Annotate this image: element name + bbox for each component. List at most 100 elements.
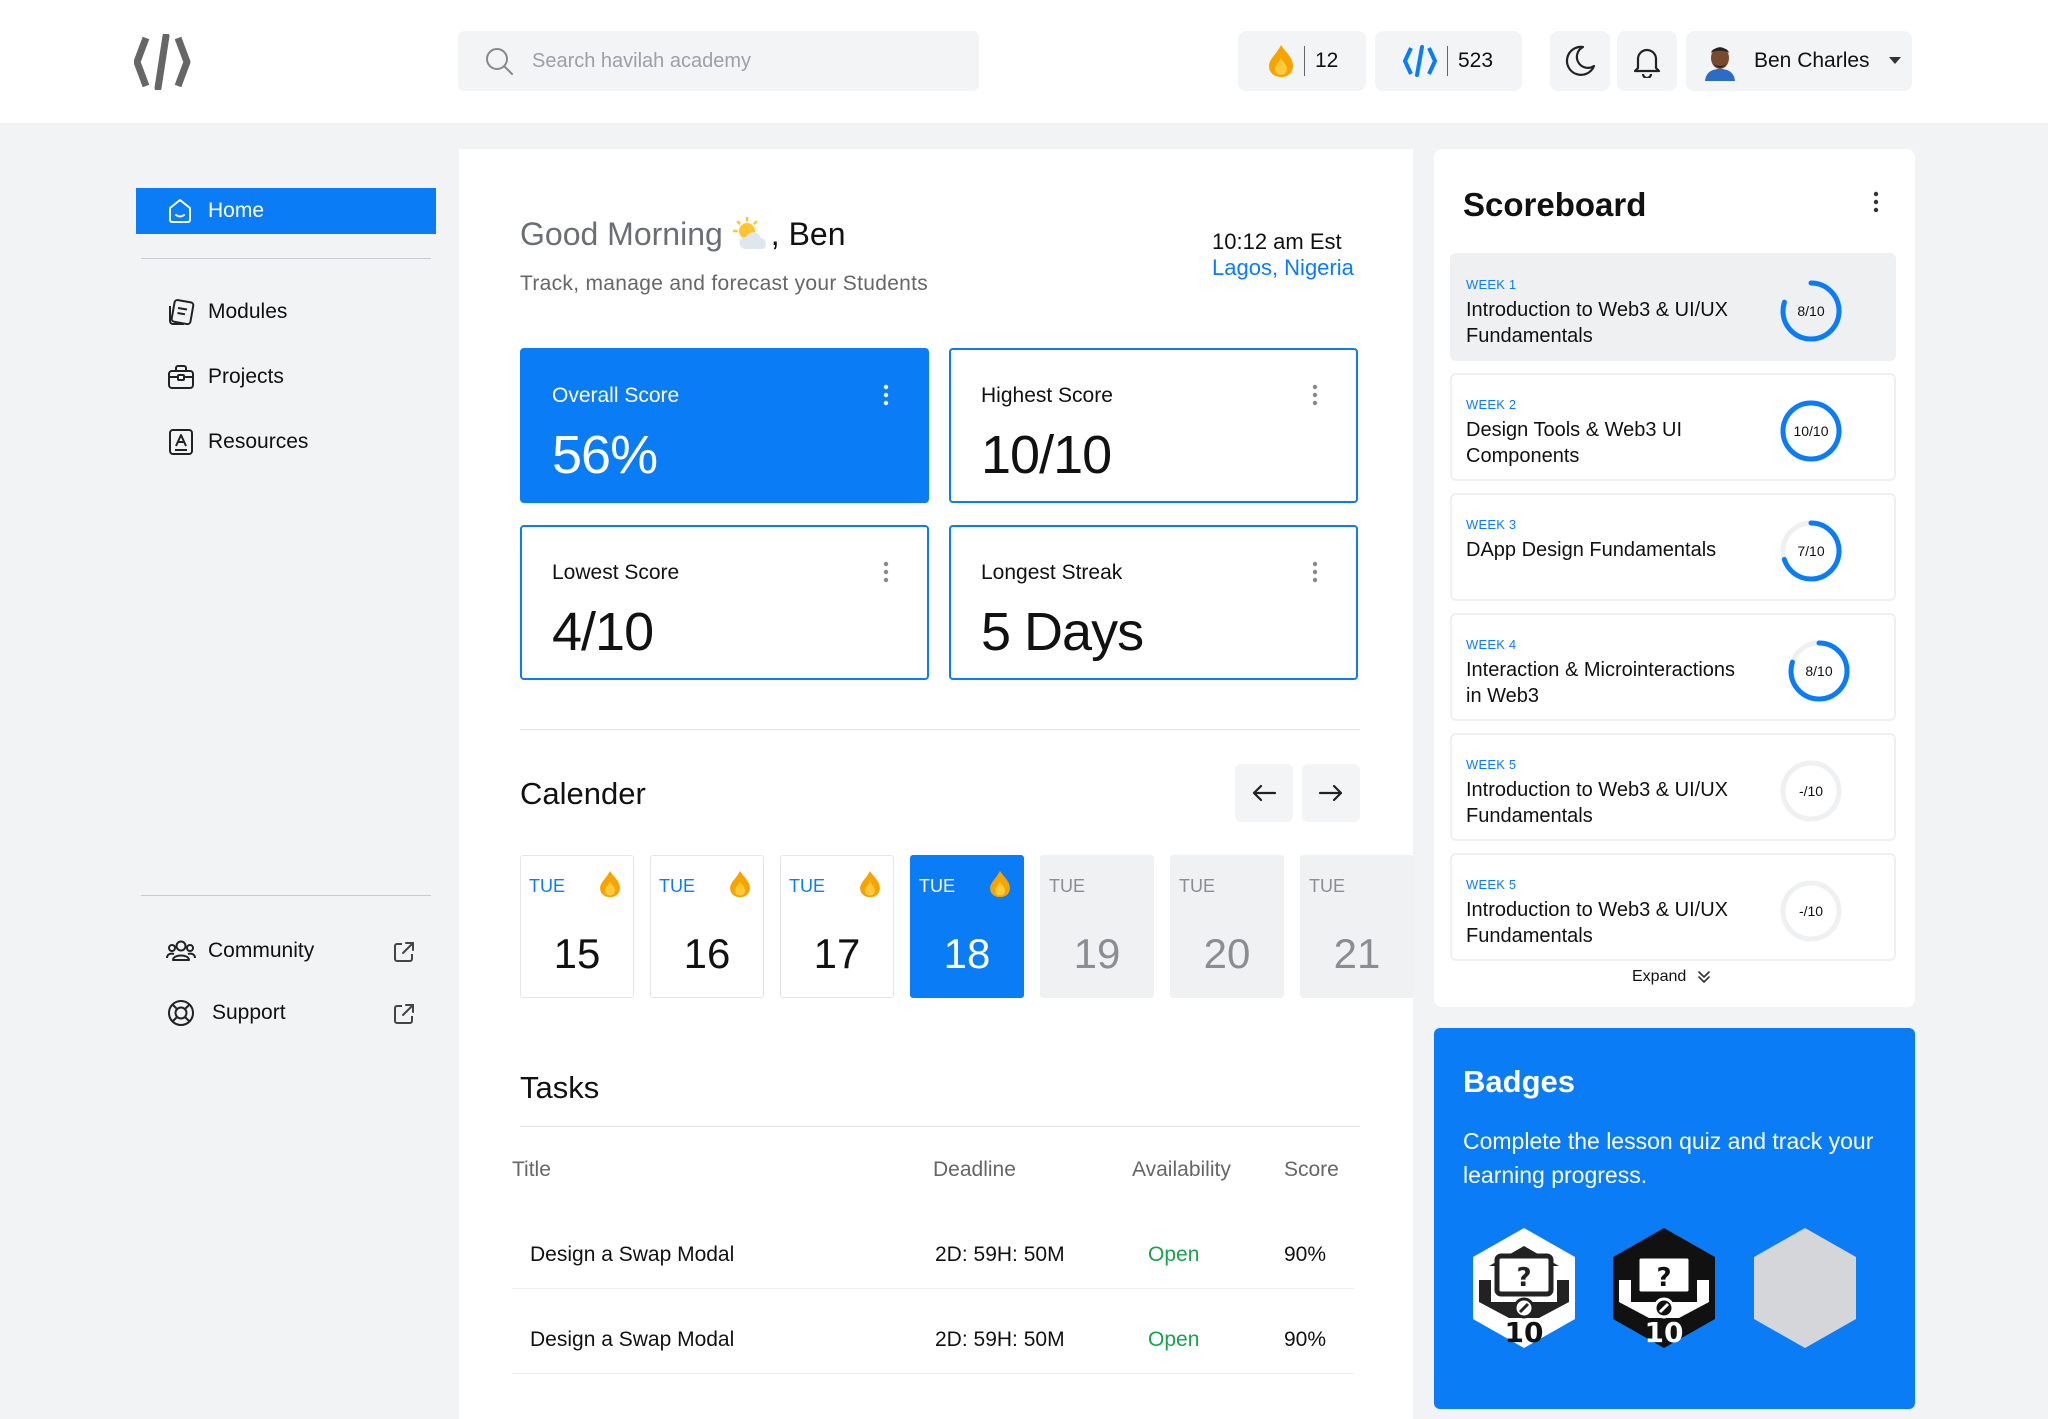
external-link-icon[interactable] [392, 940, 416, 964]
modules-icon [169, 299, 195, 326]
week-title: Introduction to Web3 & UI/UX Fundamental… [1466, 779, 1728, 827]
bell-icon [1633, 48, 1661, 78]
calendar-day-name: TUE [659, 876, 695, 896]
more-icon[interactable] [1312, 384, 1318, 406]
avatar [1702, 41, 1738, 81]
scoreboard-week-card[interactable]: WEEK 1 Introduction to Web3 & UI/UX Funda… [1450, 253, 1896, 361]
more-icon[interactable] [883, 384, 889, 406]
more-icon[interactable] [1312, 561, 1318, 583]
quiz-badge-icon[interactable]: ? 10 [1469, 1226, 1579, 1350]
quiz-badge-icon[interactable]: ? 10 [1609, 1226, 1719, 1350]
calendar-day[interactable]: TUE 20 [1170, 855, 1284, 998]
score-progress-ring: 7/10 [1780, 520, 1842, 582]
calendar-day-date: 17 [813, 930, 861, 977]
calendar-day[interactable]: TUE 21 [1300, 855, 1414, 998]
sidebar-item-modules[interactable]: Modules [166, 297, 287, 327]
section-divider [520, 1126, 1360, 1127]
stat-card-highest[interactable]: Highest Score 10/10 [949, 348, 1358, 503]
task-score: 90% [1284, 1243, 1327, 1266]
task-deadline: 2D: 59H: 50M [935, 1243, 1065, 1266]
stat-card-streak[interactable]: Longest Streak 5 Days [949, 525, 1358, 680]
calendar-day-name: TUE [1309, 876, 1345, 896]
column-header-score[interactable]: Score [1284, 1158, 1339, 1182]
calendar-day[interactable]: TUE 15 [520, 855, 634, 998]
user-name: Ben Charles [1754, 49, 1870, 72]
svg-text:?: ? [1656, 1263, 1671, 1293]
task-title[interactable]: Design a Swap Modal [530, 1328, 734, 1352]
search-input[interactable] [532, 49, 952, 73]
sidebar-item-label: Modules [208, 300, 288, 323]
week-label: WEEK 5 [1466, 877, 1517, 892]
local-time: 10:12 am Est [1212, 229, 1342, 254]
week-score: 8/10 [1805, 663, 1832, 679]
notifications-button[interactable] [1617, 31, 1677, 91]
scoreboard-title: Scoreboard [1463, 186, 1647, 223]
community-icon [166, 940, 196, 961]
week-title: Interaction & Microinteractions in Web3 [1466, 659, 1736, 707]
score-progress-ring: 8/10 [1780, 280, 1842, 342]
stat-card-lowest[interactable]: Lowest Score 4/10 [520, 525, 929, 680]
week-score: 10/10 [1793, 423, 1828, 439]
greeting: Good Morning , Ben [520, 216, 846, 253]
locked-badge-icon[interactable] [1750, 1226, 1860, 1350]
column-header-title[interactable]: Title [512, 1158, 551, 1182]
calendar-day[interactable]: TUE 19 [1040, 855, 1154, 998]
calendar-next-button[interactable] [1302, 764, 1360, 822]
sidebar-item-resources[interactable]: Resources [166, 427, 308, 457]
task-title[interactable]: Design a Swap Modal [530, 1243, 734, 1267]
scoreboard-week-card[interactable]: WEEK 5 Introduction to Web3 & UI/UX Funda… [1450, 733, 1896, 841]
calendar-day-name: TUE [919, 876, 955, 896]
stat-value: 56% [552, 425, 658, 485]
expand-button[interactable]: Expand [1632, 968, 1712, 986]
greeting-prefix: Good Morning [520, 216, 723, 252]
calendar-day[interactable]: TUE 18 [910, 855, 1024, 998]
column-header-availability[interactable]: Availability [1132, 1158, 1231, 1182]
theme-toggle-button[interactable] [1550, 31, 1610, 91]
scoreboard-week-card[interactable]: WEEK 5 Introduction to Web3 & UI/UX Funda… [1450, 853, 1896, 961]
column-header-deadline[interactable]: Deadline [933, 1158, 1016, 1182]
search-bar[interactable] [458, 31, 979, 91]
stat-card-overall[interactable]: Overall Score 56% [520, 348, 929, 503]
calendar-prev-button[interactable] [1235, 764, 1293, 822]
more-icon[interactable] [883, 561, 889, 583]
sidebar-item-home[interactable]: Home [136, 188, 436, 234]
expand-label: Expand [1632, 968, 1687, 985]
stat-label: Lowest Score [552, 561, 680, 584]
chevron-down-icon [1888, 57, 1901, 64]
location-link[interactable]: Lagos, Nigeria [1212, 255, 1354, 281]
week-label: WEEK 3 [1466, 517, 1517, 532]
scoreboard-week-card[interactable]: WEEK 2 Design Tools & Web3 UI Components 1… [1450, 373, 1896, 481]
task-availability: Open [1148, 1243, 1200, 1266]
more-icon[interactable] [1873, 191, 1879, 213]
task-availability: Open [1148, 1328, 1200, 1351]
scoreboard-week-card[interactable]: WEEK 3 DApp Design Fundamentals 7/10 [1450, 493, 1896, 601]
points-pill[interactable]: 523 [1375, 31, 1522, 91]
svg-text:?: ? [1516, 1263, 1531, 1293]
user-menu-button[interactable]: Ben Charles [1686, 31, 1912, 91]
task-score: 90% [1284, 1328, 1327, 1351]
week-label: WEEK 4 [1466, 637, 1517, 652]
search-icon [486, 48, 513, 75]
external-link-icon[interactable] [392, 1002, 416, 1026]
sidebar-item-projects[interactable]: Projects [166, 362, 284, 392]
calendar-day[interactable]: TUE 17 [780, 855, 894, 998]
scoreboard-week-card[interactable]: WEEK 4 Interaction & Microinteractions in… [1450, 613, 1896, 721]
sidebar-divider [141, 258, 431, 259]
week-title: Introduction to Web3 & UI/UX Fundamental… [1466, 899, 1728, 947]
arrow-left-icon [1252, 784, 1277, 802]
calendar-day[interactable]: TUE 16 [650, 855, 764, 998]
week-score: -/10 [1799, 903, 1823, 919]
sidebar-item-label: Resources [208, 430, 309, 453]
sidebar-item-support[interactable]: Support [166, 998, 286, 1028]
week-label: WEEK 1 [1466, 277, 1517, 292]
score-progress-ring: 10/10 [1780, 400, 1842, 462]
badge-label: 10 [1645, 1316, 1684, 1349]
greeting-subtitle: Track, manage and forecast your Students [520, 272, 929, 295]
row-divider [512, 1373, 1354, 1374]
calendar-day-name: TUE [1049, 876, 1085, 896]
points-count: 523 [1458, 49, 1494, 72]
logo-icon[interactable] [134, 34, 192, 90]
streak-pill[interactable]: 12 [1238, 31, 1366, 91]
week-score: 7/10 [1797, 543, 1824, 559]
sidebar-item-community[interactable]: Community [166, 936, 314, 966]
